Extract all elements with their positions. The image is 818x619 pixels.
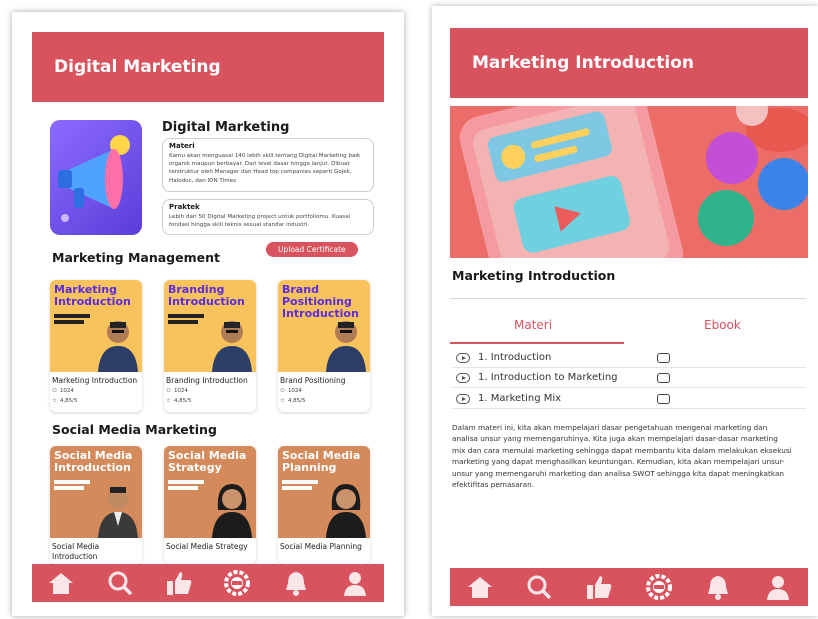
lesson-item[interactable]: 1. Introduction	[452, 348, 806, 368]
search-icon[interactable]	[105, 568, 135, 598]
course-thumbnail: Branding Introduction	[164, 280, 256, 372]
students-icon: ⚇	[280, 388, 285, 394]
thumbnail-title: Branding Introduction	[168, 283, 245, 308]
rating: ☆ 4,85/5	[166, 398, 192, 404]
course-caption: Social Media Strategy	[166, 542, 248, 551]
instructor-photo	[98, 321, 138, 372]
lesson-title: 1. Introduction	[478, 352, 552, 363]
digital-marketing-screen: Digital Marketing Digital Marketing Mate…	[12, 12, 404, 616]
instructor-photo	[326, 321, 366, 372]
course-card[interactable]: Social Media Strategy Social Media Strat…	[164, 446, 256, 564]
app-header: Digital Marketing	[32, 32, 384, 102]
instructor-photo	[326, 484, 366, 538]
rating: ☆ 4,85/5	[52, 398, 78, 404]
materi-heading: Materi	[169, 142, 195, 150]
play-icon	[456, 372, 470, 383]
lesson-checkbox[interactable]	[657, 372, 670, 383]
home-icon[interactable]	[465, 572, 495, 602]
profile-icon[interactable]	[340, 568, 370, 598]
app-header: Marketing Introduction	[450, 28, 808, 98]
upload-certificate-button[interactable]: Upload Certificate	[266, 242, 358, 257]
course-card[interactable]: Social Media Planning Social Media Plann…	[278, 446, 370, 564]
lesson-checkbox[interactable]	[657, 352, 670, 363]
students-count: ⚇ 1024	[280, 388, 302, 394]
thumbnail-title: Marketing Introduction	[54, 283, 131, 308]
course-thumbnail: Social Media Planning	[278, 446, 370, 538]
instructor-photo	[98, 487, 138, 538]
instructor-photo	[212, 321, 252, 372]
materi-box: Materi Kamu akan menguasai 140 lebih ski…	[162, 138, 374, 192]
course-caption: Social Media Planning	[280, 542, 362, 551]
bottom-nav	[32, 564, 384, 602]
bottom-nav	[450, 568, 808, 606]
students-count: ⚇ 1024	[52, 388, 74, 394]
materi-text: Kamu akan menguasai 140 lebih skill tent…	[169, 153, 361, 184]
course-caption: Marketing Introduction	[52, 376, 138, 385]
course-illustration	[450, 106, 808, 258]
tab-ebook[interactable]: Ebook	[704, 318, 741, 332]
tab-materi[interactable]: Materi	[514, 318, 552, 332]
play-icon	[456, 393, 470, 404]
thumbs-up-icon[interactable]	[164, 568, 194, 598]
students-icon: ⚇	[166, 388, 171, 394]
divider	[450, 298, 806, 299]
thumbnail-title: Social Media Planning	[282, 449, 361, 474]
course-card[interactable]: Marketing Introduction Marketing Introdu…	[50, 280, 142, 412]
course-thumbnail: Social Media Introduction	[50, 446, 142, 538]
thumbnail-title: Social Media Introduction	[54, 449, 133, 474]
course-thumbnail: Social Media Strategy	[164, 446, 256, 538]
search-icon[interactable]	[524, 572, 554, 602]
content-title: Marketing Introduction	[452, 268, 616, 283]
students-icon: ⚇	[52, 388, 57, 394]
star-icon: ☆	[52, 398, 57, 404]
rating: ☆ 4,85/5	[280, 398, 306, 404]
star-icon: ☆	[280, 398, 285, 404]
program-image	[50, 120, 142, 235]
course-card[interactable]: Brand Positioning Introduction Brand Pos…	[278, 280, 370, 412]
course-thumbnail: Marketing Introduction	[50, 280, 142, 372]
marketing-introduction-screen: Marketing Introduction Marketing Introdu…	[432, 6, 818, 616]
settings-icon[interactable]	[222, 568, 252, 598]
marketing-management-heading: Marketing Management	[52, 250, 220, 265]
lesson-item[interactable]: 1. Introduction to Marketing	[452, 368, 806, 388]
students-count: ⚇ 1024	[166, 388, 188, 394]
course-hero-image	[450, 106, 808, 258]
lesson-title: 1. Marketing Mix	[478, 393, 562, 404]
lesson-item[interactable]: 1. Marketing Mix	[452, 389, 806, 409]
page-title: Digital Marketing	[54, 57, 221, 77]
megaphone-icon	[58, 135, 130, 222]
praktek-text: Lebih dari 50 Digital Marketing project …	[169, 214, 351, 229]
lesson-title: 1. Introduction to Marketing	[478, 372, 618, 383]
course-caption: Branding Introduction	[166, 376, 248, 385]
instructor-photo	[212, 484, 252, 538]
praktek-box: Praktek Lebih dari 50 Digital Marketing …	[162, 199, 374, 235]
page-title: Marketing Introduction	[472, 53, 694, 73]
praktek-heading: Praktek	[169, 203, 200, 211]
course-description: Dalam materi ini, kita akan mempelajari …	[452, 423, 792, 490]
course-card[interactable]: Branding Introduction Branding Introduct…	[164, 280, 256, 412]
course-thumbnail: Brand Positioning Introduction	[278, 280, 370, 372]
course-card[interactable]: Social Media Introduction Social Media I…	[50, 446, 142, 564]
lesson-checkbox[interactable]	[657, 393, 670, 404]
social-media-marketing-heading: Social Media Marketing	[52, 422, 217, 437]
program-title: Digital Marketing	[162, 120, 290, 135]
profile-icon[interactable]	[763, 572, 793, 602]
settings-icon[interactable]	[644, 572, 674, 602]
star-icon: ☆	[166, 398, 171, 404]
thumbs-up-icon[interactable]	[584, 572, 614, 602]
thumbnail-title: Social Media Strategy	[168, 449, 247, 474]
bell-icon[interactable]	[703, 572, 733, 602]
play-icon	[456, 352, 470, 363]
bell-icon[interactable]	[281, 568, 311, 598]
home-icon[interactable]	[46, 568, 76, 598]
course-caption: Brand Positioning	[280, 376, 346, 385]
active-tab-indicator	[450, 342, 624, 344]
course-caption: Social Media Introduction	[52, 542, 100, 561]
